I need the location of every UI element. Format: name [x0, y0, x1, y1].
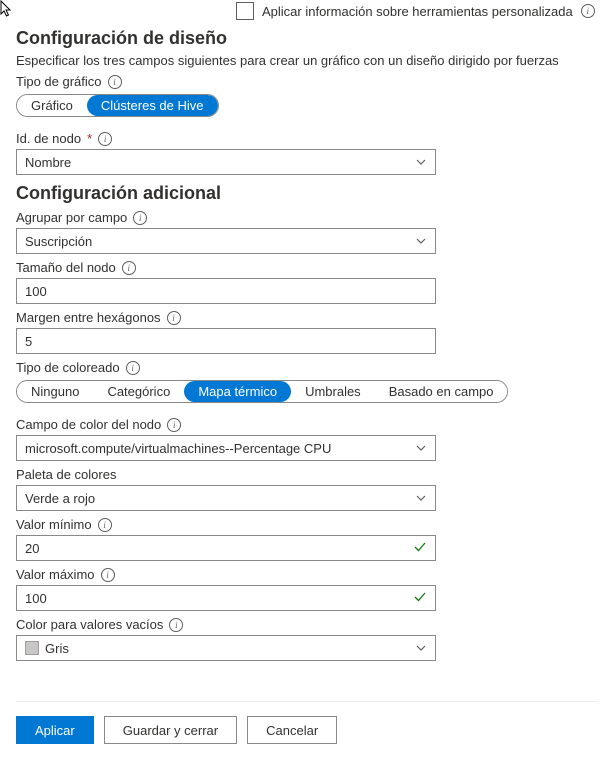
custom-tooltip-label: Aplicar información sobre herramientas p…	[262, 4, 573, 19]
node-id-value: Nombre	[25, 155, 415, 170]
chevron-down-icon	[415, 642, 427, 654]
check-icon	[413, 540, 427, 557]
chevron-down-icon	[415, 492, 427, 504]
required-marker: *	[87, 131, 92, 146]
max-value-label: Valor máximo	[16, 567, 95, 582]
group-by-label: Agrupar por campo	[16, 210, 127, 225]
info-icon[interactable]: i	[98, 132, 112, 146]
design-config-desc: Especificar los tres campos siguientes p…	[16, 53, 597, 68]
empty-color-select[interactable]: Gris	[16, 635, 436, 661]
apply-button[interactable]: Aplicar	[16, 716, 94, 744]
custom-tooltip-checkbox[interactable]	[236, 2, 254, 20]
max-value: 100	[25, 591, 413, 606]
chart-type-option-graph[interactable]: Gráfico	[17, 95, 87, 116]
info-icon[interactable]: i	[126, 361, 140, 375]
color-field-select[interactable]: microsoft.compute/virtualmachines--Perce…	[16, 435, 436, 461]
node-size-label: Tamaño del nodo	[16, 260, 116, 275]
info-icon[interactable]: i	[122, 261, 136, 275]
coloring-option-categorical[interactable]: Categórico	[93, 381, 184, 402]
info-icon[interactable]: i	[98, 518, 112, 532]
coloring-option-thresholds[interactable]: Umbrales	[291, 381, 375, 402]
coloring-type-label: Tipo de coloreado	[16, 360, 120, 375]
group-by-value: Suscripción	[25, 234, 415, 249]
palette-select[interactable]: Verde a rojo	[16, 485, 436, 511]
save-close-button[interactable]: Guardar y cerrar	[104, 716, 237, 744]
color-field-label: Campo de color del nodo	[16, 417, 161, 432]
empty-color-label: Color para valores vacíos	[16, 617, 163, 632]
color-field-value: microsoft.compute/virtualmachines--Perce…	[25, 441, 415, 456]
max-value-input[interactable]: 100	[16, 585, 436, 611]
chevron-down-icon	[415, 235, 427, 247]
chart-type-toggle[interactable]: Gráfico Clústeres de Hive	[16, 94, 219, 117]
info-icon[interactable]: i	[101, 568, 115, 582]
info-icon[interactable]: i	[167, 418, 181, 432]
design-config-heading: Configuración de diseño	[16, 28, 597, 49]
palette-value: Verde a rojo	[25, 491, 415, 506]
additional-config-heading: Configuración adicional	[16, 183, 597, 204]
min-value-label: Valor mínimo	[16, 517, 92, 532]
hex-margin-value: 5	[25, 334, 427, 349]
min-value: 20	[25, 541, 413, 556]
hex-margin-label: Margen entre hexágonos	[16, 310, 161, 325]
node-size-value: 100	[25, 284, 427, 299]
chevron-down-icon	[415, 156, 427, 168]
info-icon[interactable]: i	[581, 4, 595, 18]
cancel-button[interactable]: Cancelar	[247, 716, 337, 744]
node-id-select[interactable]: Nombre	[16, 149, 436, 175]
cursor-pointer-icon	[0, 0, 14, 18]
node-id-label: Id. de nodo	[16, 131, 81, 146]
palette-label: Paleta de colores	[16, 467, 116, 482]
hex-margin-input[interactable]: 5	[16, 328, 436, 354]
color-swatch-icon	[25, 641, 39, 655]
coloring-option-heatmap[interactable]: Mapa térmico	[184, 381, 291, 402]
empty-color-value: Gris	[45, 641, 415, 656]
chart-type-option-hive[interactable]: Clústeres de Hive	[87, 95, 218, 116]
info-icon[interactable]: i	[169, 618, 183, 632]
chevron-down-icon	[415, 442, 427, 454]
info-icon[interactable]: i	[167, 311, 181, 325]
check-icon	[413, 590, 427, 607]
coloring-option-fieldbased[interactable]: Basado en campo	[375, 381, 508, 402]
coloring-type-toggle[interactable]: Ninguno Categórico Mapa térmico Umbrales…	[16, 380, 508, 403]
min-value-input[interactable]: 20	[16, 535, 436, 561]
group-by-select[interactable]: Suscripción	[16, 228, 436, 254]
node-size-input[interactable]: 100	[16, 278, 436, 304]
info-icon[interactable]: i	[108, 75, 122, 89]
info-icon[interactable]: i	[133, 211, 147, 225]
coloring-option-none[interactable]: Ninguno	[17, 381, 93, 402]
chart-type-label: Tipo de gráfico	[16, 74, 102, 89]
